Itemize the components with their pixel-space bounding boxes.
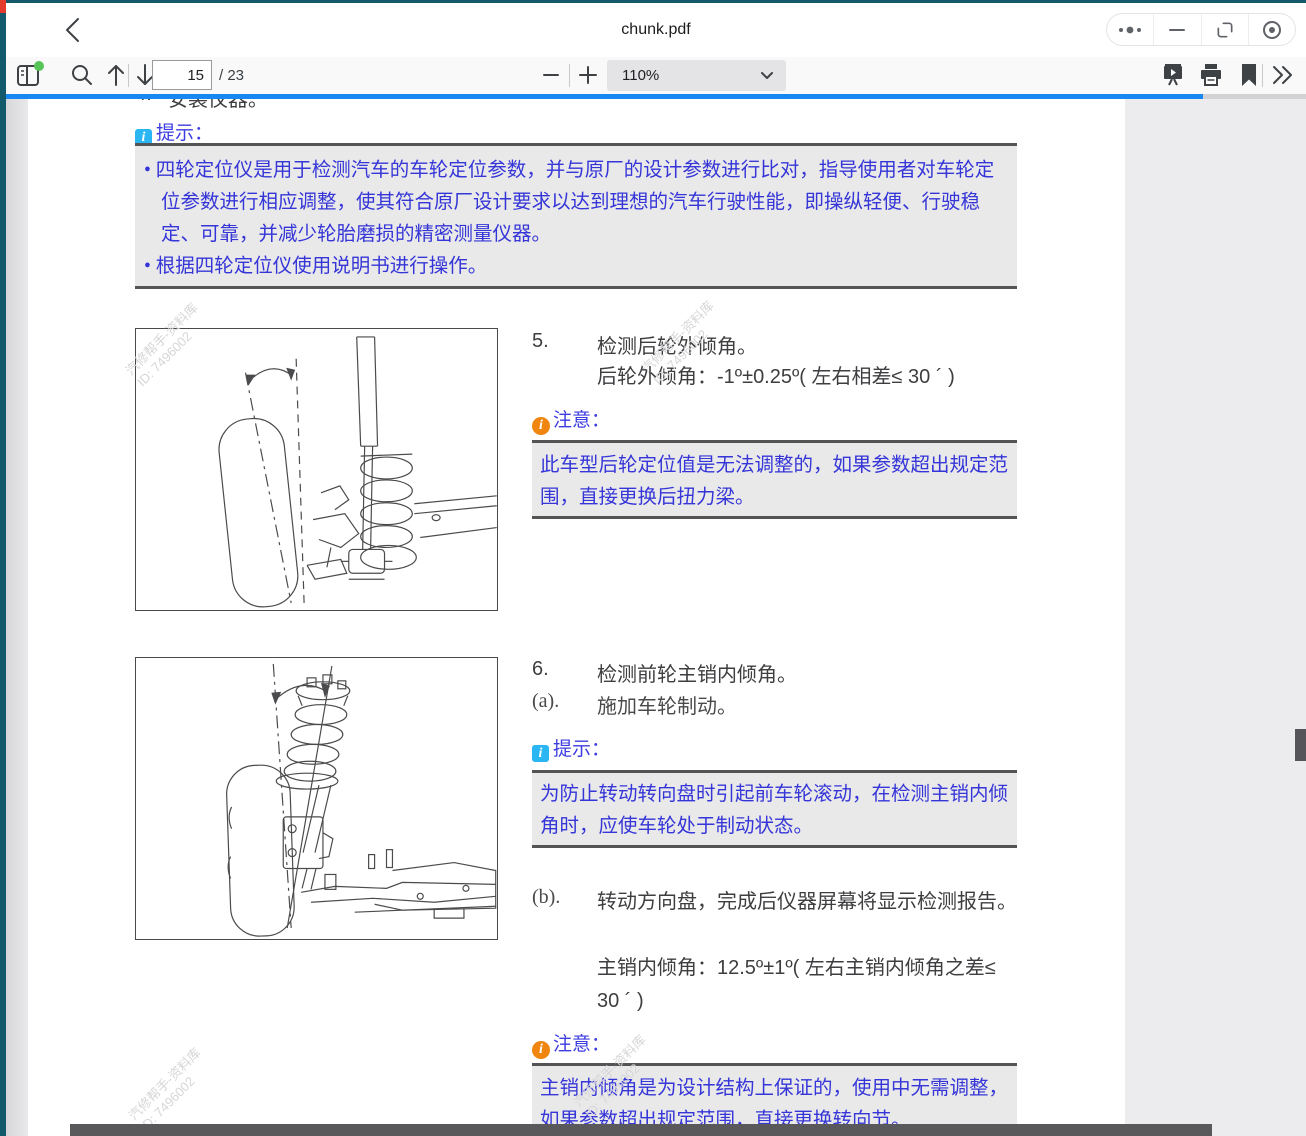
figure-front-strut xyxy=(135,657,498,940)
previous-page-button[interactable] xyxy=(101,59,131,91)
sidebar-icon xyxy=(14,60,44,90)
restore-icon xyxy=(1215,20,1235,40)
tip2-text: 为防止转动转向盘时引起前车轮滚动，在检测主销内倾角时，应使车轮处于制动状态。 xyxy=(540,779,1009,843)
zoom-level-select[interactable]: 110% xyxy=(607,60,786,91)
toolbar-divider xyxy=(569,64,570,87)
arrow-up-icon xyxy=(106,62,126,88)
scrollbar-thumb[interactable] xyxy=(1295,729,1306,761)
more-options-button[interactable] xyxy=(1107,14,1153,45)
chevron-down-icon xyxy=(760,71,774,80)
substep-b-number: (b). xyxy=(532,886,560,909)
focus-button[interactable] xyxy=(1248,14,1295,45)
notification-dot xyxy=(34,61,44,71)
target-icon xyxy=(1261,19,1283,41)
double-chevron-icon xyxy=(1270,64,1296,86)
tip2-box: 为防止转动转向盘时引起前车轮滚动，在检测主销内倾角时，应使车轮处于制动状态。 xyxy=(532,770,1017,848)
print-button[interactable] xyxy=(1196,59,1226,91)
caution1-box: 此车型后轮定位值是无法调整的，如果参数超出规定范围，直接更换后扭力梁。 xyxy=(532,440,1017,519)
minimize-button[interactable] xyxy=(1153,14,1200,45)
tip-label: 提示： xyxy=(553,739,610,760)
figure-rear-suspension xyxy=(135,328,498,611)
present-button[interactable] xyxy=(1158,59,1188,91)
search-button[interactable] xyxy=(67,59,97,91)
pdf-viewport: 4. 安装仪器。 i提示： 四轮定位仪是用于检测汽车的车轮定位参数，并与原厂的设… xyxy=(0,99,1306,1136)
tip-label: 提示： xyxy=(156,123,213,144)
step5-number: 5. xyxy=(532,330,549,353)
bottom-overlay-bar xyxy=(70,1124,1212,1136)
step6-spec: 主销内倾角：12.5º±1º( 左右主销内倾角之差≤ 30 ´ ) xyxy=(597,952,1019,1018)
watermark: 汽修帮手-资料库ID: 7496002 xyxy=(126,1045,216,1135)
tip1-heading: i提示： xyxy=(135,118,213,146)
clipped-step-number: 4. xyxy=(135,99,152,106)
step5-title: 检测后轮外倾角。 xyxy=(597,330,757,359)
window-border-left xyxy=(0,0,6,1136)
caution-icon: i xyxy=(532,1041,550,1059)
rear-suspension-drawing xyxy=(136,329,497,610)
tip1-bullet-1: 四轮定位仪是用于检测汽车的车轮定位参数，并与原厂的设计参数进行比对，指导使用者对… xyxy=(144,155,1005,251)
bookmark-button[interactable] xyxy=(1234,59,1264,91)
info-icon: i xyxy=(532,745,549,762)
substep-a-text: 施加车轮制动。 xyxy=(597,690,737,719)
clipped-step-text: 安装仪器。 xyxy=(168,99,268,112)
caution1-text: 此车型后轮定位值是无法调整的，如果参数超出规定范围，直接更换后扭力梁。 xyxy=(540,449,1009,513)
front-strut-drawing xyxy=(136,658,497,939)
window-border-top xyxy=(0,0,1306,3)
tip1-box: 四轮定位仪是用于检测汽车的车轮定位参数，并与原厂的设计参数进行比对，指导使用者对… xyxy=(135,143,1017,289)
substep-a-number: (a). xyxy=(532,690,559,713)
substep-b-text: 转动方向盘，完成后仪器屏幕将显示检测报告。 xyxy=(597,886,1019,919)
title-bar: chunk.pdf xyxy=(6,3,1306,57)
toolbar-divider xyxy=(1262,64,1263,87)
caution-icon: i xyxy=(532,417,550,435)
bookmark-icon xyxy=(1240,63,1258,87)
zoom-level-value: 110% xyxy=(622,67,760,84)
tip1-bullet-2: 根据四轮定位仪使用说明书进行操作。 xyxy=(144,251,1005,283)
caution-label: 注意： xyxy=(553,410,610,431)
loading-progress-track xyxy=(0,94,1306,99)
zoom-in-button[interactable] xyxy=(573,59,603,91)
plus-icon xyxy=(577,64,599,86)
step5-spec: 后轮外倾角：-1º±0.25º( 左右相差≤ 30 ´ ) xyxy=(597,361,1019,394)
page-count-label: / 23 xyxy=(219,67,244,84)
window-capsule xyxy=(1106,13,1296,46)
presentation-icon xyxy=(1160,62,1186,88)
minus-icon xyxy=(541,65,561,85)
loading-progress-bar xyxy=(0,94,1203,99)
sidebar-toggle-button[interactable] xyxy=(14,59,44,91)
float-window-button[interactable] xyxy=(1201,14,1248,45)
pdf-page: 4. 安装仪器。 i提示： 四轮定位仪是用于检测汽车的车轮定位参数，并与原厂的设… xyxy=(28,99,1125,1136)
tip2-heading: i提示： xyxy=(532,734,610,762)
pdf-toolbar: / 23 110% xyxy=(6,57,1306,94)
zoom-out-button[interactable] xyxy=(536,59,566,91)
page-number-input[interactable] xyxy=(152,60,212,90)
search-icon xyxy=(70,63,94,87)
printer-icon xyxy=(1198,62,1224,88)
minimize-icon xyxy=(1168,28,1186,32)
step6-title: 检测前轮主销内倾角。 xyxy=(597,658,797,687)
caution2-heading: i注意： xyxy=(532,1029,610,1059)
window-corner-marker xyxy=(0,0,6,13)
step6-number: 6. xyxy=(532,658,549,681)
toolbar-divider xyxy=(128,64,129,87)
more-tools-button[interactable] xyxy=(1268,59,1298,91)
caution-label: 注意： xyxy=(553,1034,610,1055)
ellipsis-icon xyxy=(1117,25,1143,35)
caution1-heading: i注意： xyxy=(532,405,610,435)
